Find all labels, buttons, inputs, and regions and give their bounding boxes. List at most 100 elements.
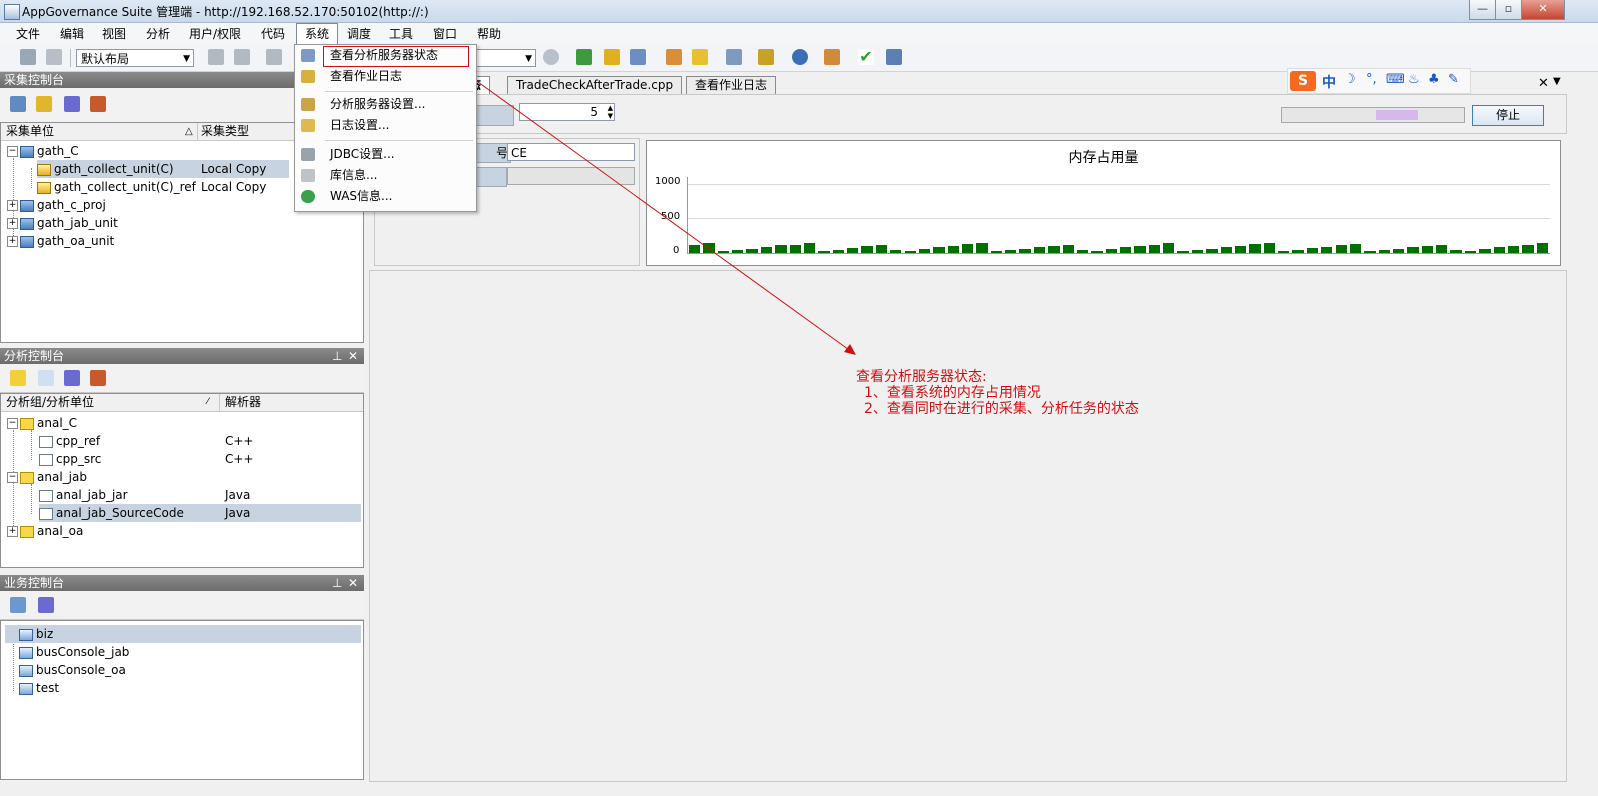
chevron-down-icon[interactable]: ▼	[1553, 76, 1561, 87]
tree-row[interactable]: + gath_oa_unit	[7, 232, 257, 250]
chart-bar	[1249, 244, 1261, 253]
check-icon[interactable]	[266, 49, 282, 65]
sort-az-icon[interactable]	[64, 370, 80, 386]
collapse-icon[interactable]: −	[7, 472, 18, 483]
folder-icon[interactable]	[10, 370, 26, 386]
print-icon[interactable]	[46, 49, 62, 65]
menu-window[interactable]: 窗口	[425, 23, 465, 45]
ime-mode[interactable]: 中	[1322, 72, 1336, 92]
edit-user-icon[interactable]	[824, 49, 840, 65]
close-icon[interactable]: ✕	[1538, 76, 1549, 91]
tab-job-log[interactable]: 查看作业日志	[686, 76, 777, 94]
tree-row[interactable]: anal_jab_jar Java	[39, 486, 339, 504]
column-collect-type[interactable]: 采集类型	[201, 123, 249, 140]
clock-icon[interactable]	[792, 49, 808, 65]
checkmark-icon[interactable]: ✔	[858, 49, 874, 65]
close-icon[interactable]: ✕	[348, 575, 358, 591]
pin-icon[interactable]: ⊥	[332, 575, 342, 591]
permission-icon[interactable]	[692, 49, 708, 65]
cut-icon[interactable]	[208, 49, 224, 65]
menu-analysis[interactable]: 分析	[138, 23, 178, 45]
tree-row[interactable]: cpp_src C++	[39, 450, 339, 468]
menu-item-library-info[interactable]: 库信息...	[295, 165, 476, 186]
menu-system[interactable]: 系统	[296, 23, 339, 45]
collect-unit-icon[interactable]	[36, 96, 52, 112]
wrench-icon[interactable]: ✎	[1448, 72, 1459, 87]
menu-item-was-info[interactable]: WAS信息...	[295, 186, 476, 207]
collect-tree-icon[interactable]	[10, 96, 26, 112]
chart-icon[interactable]	[886, 49, 902, 65]
menu-user-permission[interactable]: 用户/权限	[181, 23, 249, 45]
skin-icon[interactable]: ♣	[1428, 72, 1440, 87]
chart-bar	[1234, 246, 1247, 253]
expand-icon[interactable]: +	[7, 200, 18, 211]
sort-type-icon[interactable]	[90, 96, 106, 112]
menu-item-log-settings[interactable]: 日志设置...	[295, 115, 476, 136]
tree-row[interactable]: anal_jab_SourceCode Java	[39, 504, 361, 522]
sort-az-icon[interactable]	[64, 96, 80, 112]
menu-help[interactable]: 帮助	[469, 23, 509, 45]
keyboard-icon[interactable]: ⌨	[1386, 72, 1405, 87]
column-collect-unit[interactable]: 采集单位	[6, 123, 54, 140]
maximize-button[interactable]: ▫	[1495, 0, 1522, 20]
minimize-button[interactable]: —	[1469, 0, 1496, 20]
globe-icon	[301, 190, 315, 203]
search-icon[interactable]	[543, 49, 559, 65]
report-icon[interactable]	[630, 49, 646, 65]
sogou-logo-icon[interactable]: S	[1290, 71, 1316, 91]
expand-icon[interactable]: +	[7, 526, 18, 537]
menu-item-job-log[interactable]: 查看作业日志	[295, 66, 476, 87]
menu-view[interactable]: 视图	[94, 23, 134, 45]
chart-bar	[775, 245, 787, 253]
search-combo[interactable]: ▼	[476, 49, 536, 67]
save-icon[interactable]	[20, 49, 36, 65]
close-icon[interactable]: ✕	[348, 348, 358, 364]
add-icon[interactable]	[576, 49, 592, 65]
tab-trade-check[interactable]: TradeCheckAfterTrade.cpp	[507, 76, 683, 94]
tree-row[interactable]: busConsole_jab	[5, 643, 305, 661]
punctuation-icon[interactable]: °,	[1366, 72, 1377, 87]
moon-icon[interactable]: ☽	[1344, 72, 1356, 87]
new-file-icon[interactable]	[38, 370, 54, 386]
spinner-arrows-icon[interactable]: ▲ ▼	[608, 104, 613, 120]
tree-row[interactable]: test	[5, 679, 305, 697]
expand-icon[interactable]: +	[7, 236, 18, 247]
tree-row[interactable]: − anal_jab	[7, 468, 357, 486]
tree-row[interactable]: + gath_jab_unit	[7, 214, 257, 232]
stop-button[interactable]: 停止	[1472, 105, 1544, 126]
collapse-icon[interactable]: −	[7, 418, 18, 429]
collapse-icon[interactable]: −	[7, 146, 18, 157]
menu-code[interactable]: 代码	[253, 23, 293, 45]
close-button[interactable]: ✕	[1521, 0, 1565, 20]
menu-edit[interactable]: 编辑	[52, 23, 92, 45]
schedule-icon[interactable]	[758, 49, 774, 65]
tree-row[interactable]: − anal_C	[7, 414, 357, 432]
filter-icon[interactable]	[604, 49, 620, 65]
row-name: gath_C	[37, 144, 79, 158]
layout-combo[interactable]: 默认布局 ▼	[76, 49, 194, 67]
tree-row[interactable]: biz	[5, 625, 361, 643]
tree-row[interactable]: gath_collect_unit(C) Local Copy	[37, 160, 289, 178]
pin-icon[interactable]: ⊥	[332, 348, 342, 364]
list-icon[interactable]	[726, 49, 742, 65]
tree-row[interactable]: cpp_ref C++	[39, 432, 339, 450]
thread-spinner[interactable]: 5 ▲ ▼	[519, 103, 615, 121]
user-icon[interactable]	[666, 49, 682, 65]
sort-az-icon[interactable]	[38, 597, 54, 613]
expand-icon[interactable]: +	[7, 218, 18, 229]
tree-row[interactable]: + anal_oa	[7, 522, 357, 540]
column-parser[interactable]: 解析器	[225, 394, 261, 411]
menu-tools[interactable]: 工具	[381, 23, 421, 45]
sort-type-icon[interactable]	[90, 370, 106, 386]
biz-console-icon[interactable]	[10, 597, 26, 613]
tree-row[interactable]: + gath_c_proj	[7, 196, 257, 214]
menu-schedule[interactable]: 调度	[339, 23, 379, 45]
menu-item-jdbc-settings[interactable]: JDBC设置...	[295, 144, 476, 165]
column-analysis-unit[interactable]: 分析组/分析单位	[6, 394, 94, 411]
tree-row[interactable]: busConsole_oa	[5, 661, 305, 679]
menu-file[interactable]: 文件	[8, 23, 48, 45]
voice-icon[interactable]: ♨	[1408, 72, 1420, 87]
tree-row[interactable]: gath_collect_unit(C)_ref Local Copy	[37, 178, 289, 196]
copy-icon[interactable]	[234, 49, 250, 65]
menu-item-server-settings[interactable]: 分析服务器设置...	[295, 94, 476, 115]
